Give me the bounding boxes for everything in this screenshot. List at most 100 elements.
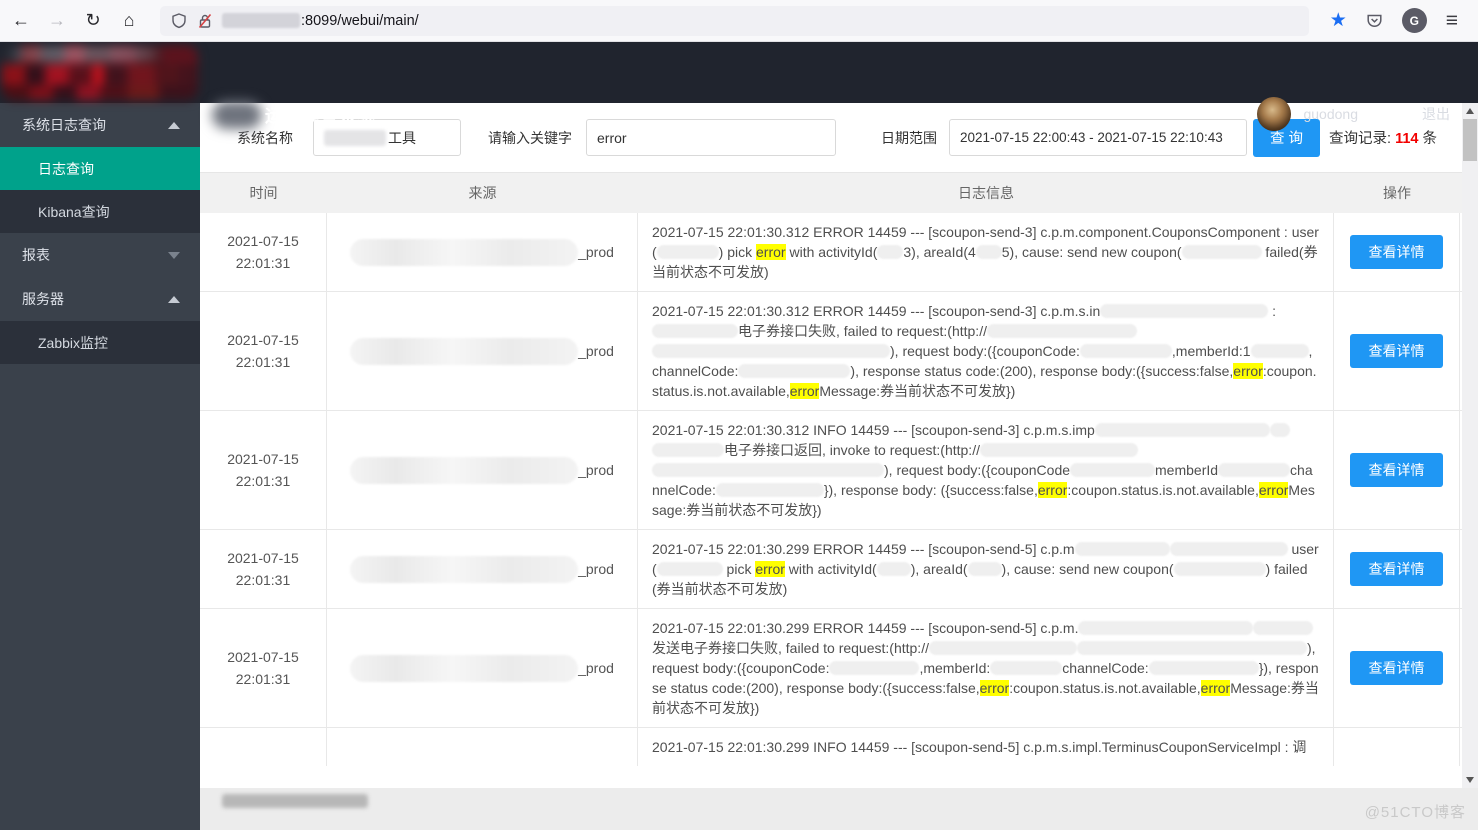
scrollbar-thumb[interactable] (1463, 119, 1477, 161)
sidebar-item-reports[interactable]: 报表 (0, 233, 200, 277)
redacted-text (1250, 344, 1309, 358)
keyword-highlight: error (755, 561, 785, 577)
redacted-text (1076, 641, 1307, 655)
keyword-highlight: error (789, 383, 820, 399)
redacted-text (656, 562, 723, 576)
redacted-source (350, 337, 579, 365)
pocket-icon[interactable] (1356, 11, 1393, 30)
keyword-label: 请输入关键字 (488, 129, 572, 146)
log-time (200, 728, 327, 766)
home-icon[interactable]: ⌂ (114, 6, 144, 36)
scroll-up-icon[interactable] (1462, 103, 1478, 119)
log-source (327, 728, 638, 766)
redacted-text (1181, 245, 1262, 259)
log-action: 查看详情 (1334, 530, 1460, 608)
redacted-text (1094, 423, 1270, 437)
table-row: 2021-07-15 22:01:31 _prod 2021-07-15 22:01:… (200, 608, 1462, 727)
page-footer: @51CTO博客 (200, 788, 1478, 830)
redacted-text (1079, 344, 1172, 358)
redacted-text (979, 443, 1138, 457)
redacted-text (652, 344, 890, 358)
table-row: 2021-07-15 22:01:31 _prod 2021-07-15 22:01:… (200, 213, 1462, 291)
menu-icon[interactable]: ≡ (1436, 9, 1468, 33)
view-detail-button[interactable]: 查看详情 (1350, 235, 1443, 269)
reload-icon[interactable]: ↻ (78, 6, 108, 36)
view-detail-button[interactable]: 查看详情 (1350, 453, 1443, 487)
redacted-text (1173, 562, 1266, 576)
sidebar-item-log-query[interactable]: 日志查询 (0, 147, 200, 190)
keyword-highlight: error (1258, 482, 1289, 498)
sidebar-item-kibana-query[interactable]: Kibana查询 (0, 190, 200, 233)
redacted-text (967, 562, 1002, 576)
account-icon[interactable]: G (1401, 8, 1427, 33)
sidebar-item-system-log-query[interactable]: 系统日志查询 (0, 103, 200, 147)
log-action: 查看详情 (1334, 609, 1460, 727)
table-row: 2021-07-15 22:01:31 _prod 2021-07-15 22:01:… (200, 410, 1462, 529)
date-range-input[interactable]: 2021-07-15 22:00:43 - 2021-07-15 22:10:4… (949, 119, 1247, 156)
redacted-text (1269, 423, 1290, 437)
redacted-text (975, 245, 1002, 259)
redacted-source (350, 238, 579, 266)
redacted-text (652, 463, 884, 477)
column-header-action: 操作 (1383, 185, 1411, 201)
view-detail-button[interactable]: 查看详情 (1350, 552, 1443, 586)
column-header-message: 日志信息 (958, 185, 1014, 201)
log-table-body: 2021-07-15 22:01:31 _prod 2021-07-15 22:01:… (200, 213, 1462, 766)
shield-icon[interactable] (170, 12, 188, 30)
back-icon[interactable]: ← (6, 6, 36, 36)
redacted-text (1070, 463, 1156, 477)
log-source: _prod (327, 411, 638, 529)
table-row: 2021-07-15 22:01:31 _prod 2021-07-15 22:01:… (200, 291, 1462, 410)
log-time: 2021-07-15 22:01:31 (200, 292, 327, 410)
redacted-text (1253, 621, 1314, 635)
log-time: 2021-07-15 22:01:31 (200, 609, 327, 727)
bookmark-star-icon[interactable]: ★ (1321, 9, 1356, 32)
avatar[interactable] (1257, 97, 1292, 131)
redacted-text (986, 324, 1137, 338)
log-action (1334, 728, 1460, 766)
scroll-down-icon[interactable] (1462, 772, 1478, 788)
redacted-text (1074, 542, 1170, 556)
caret-up-icon (168, 121, 180, 129)
redacted-text (1169, 542, 1288, 556)
sidebar-item-zabbix-monitor[interactable]: Zabbix监控 (0, 321, 200, 364)
view-detail-button[interactable]: 查看详情 (1350, 334, 1443, 368)
keyword-highlight: error (1037, 482, 1068, 498)
redacted-text (1100, 304, 1269, 318)
browser-toolbar: ← → ↻ ⌂ :8099/webui/main/ ★ G ≡ (0, 0, 1478, 42)
log-message: 2021-07-15 22:01:30.299 ERROR 14459 --- … (638, 609, 1334, 727)
records-number: 114 (1395, 131, 1419, 147)
keyword-input[interactable] (586, 119, 836, 156)
log-action: 查看详情 (1334, 411, 1460, 529)
forward-icon[interactable]: → (42, 6, 72, 36)
redacted-source (350, 654, 579, 682)
log-action: 查看详情 (1334, 213, 1460, 291)
redacted-title-prefix (212, 101, 262, 129)
log-source: _prod (327, 292, 638, 410)
redacted-text (877, 245, 904, 259)
log-message: 2021-07-15 22:01:30.299 ERROR 14459 --- … (638, 530, 1334, 608)
vertical-scrollbar[interactable] (1462, 103, 1478, 788)
redacted-text (928, 641, 1077, 655)
log-message: 2021-07-15 22:01:30.299 INFO 14459 --- [… (638, 728, 1334, 766)
sidebar-item-servers[interactable]: 服务器 (0, 277, 200, 321)
redacted-text (1078, 621, 1254, 635)
redacted-status-text (222, 794, 368, 808)
log-source: _prod (327, 530, 638, 608)
keyword-highlight: error (1233, 363, 1263, 379)
log-message: 2021-07-15 22:01:30.312 ERROR 14459 --- … (638, 213, 1334, 291)
username[interactable]: guodong (1303, 106, 1358, 122)
insecure-lock-icon[interactable] (196, 12, 214, 30)
log-time: 2021-07-15 22:01:31 (200, 213, 327, 291)
redacted-text (738, 364, 851, 378)
log-message: 2021-07-15 22:01:30.312 INFO 14459 --- [… (638, 411, 1334, 529)
logout-button[interactable]: 退出 (1422, 104, 1450, 124)
keyword-highlight: error (979, 680, 1010, 696)
table-header: 时间 来源 日志信息 操作 (200, 173, 1462, 213)
column-header-time: 时间 (249, 185, 278, 201)
view-detail-button[interactable]: 查看详情 (1350, 651, 1443, 685)
redacted-source (350, 555, 579, 583)
url-bar[interactable]: :8099/webui/main/ (160, 5, 1309, 36)
redacted-text (652, 443, 724, 457)
redacted-text (656, 245, 719, 259)
